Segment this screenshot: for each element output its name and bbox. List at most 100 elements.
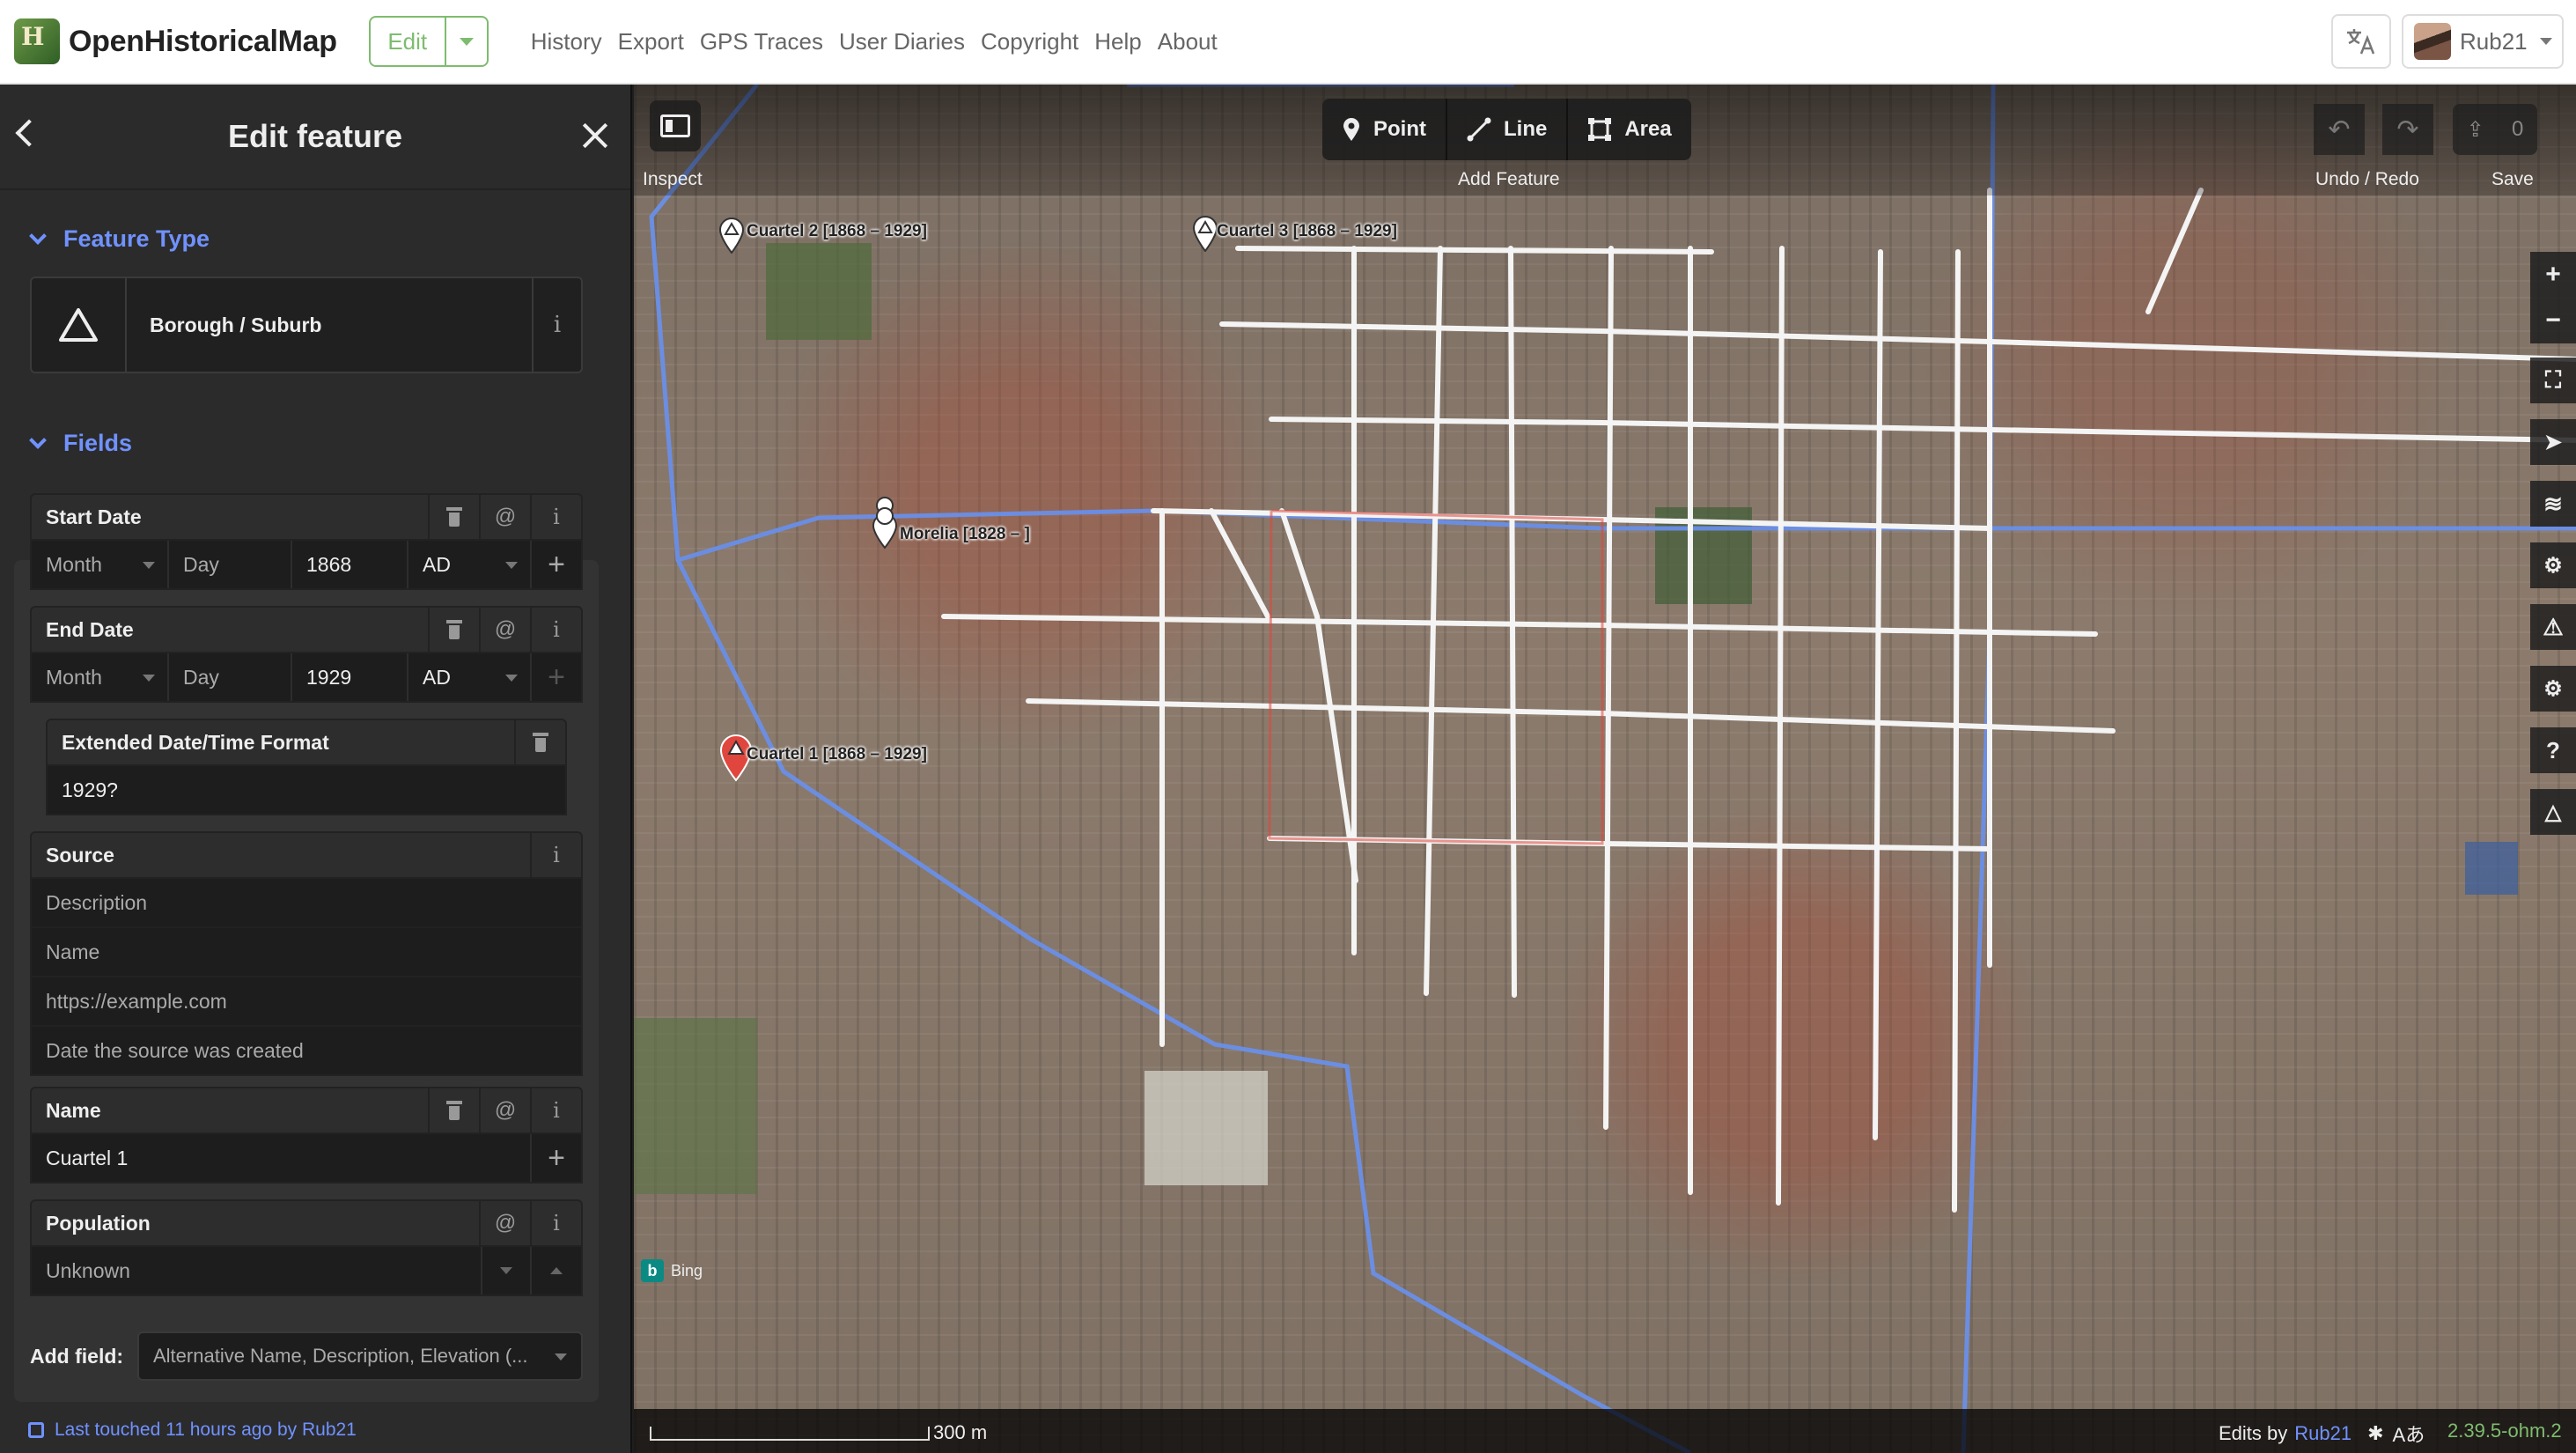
language-icon[interactable]: Aあ — [2393, 1420, 2425, 1448]
version-label[interactable]: 2.39.5-ohm.2 — [2447, 1420, 2562, 1442]
map-canvas[interactable]: Inspect Point Line Area Add Feature ↶ ↷ … — [634, 85, 2576, 1453]
preferences-panel-button[interactable]: ⚙ — [2530, 666, 2576, 712]
cuartel-2-label: Cuartel 2 [1868 – 1929] — [747, 222, 927, 240]
add-localized-name-button[interactable]: + — [532, 1134, 581, 1182]
feature-type-section-toggle[interactable]: Feature Type — [29, 225, 210, 253]
at-icon[interactable]: @ — [479, 608, 530, 652]
chevron-down-icon — [555, 1353, 567, 1361]
zoom-to-selection-button[interactable]: ⛶ — [2530, 358, 2576, 403]
history-panel-button[interactable]: △ — [2530, 789, 2576, 835]
add-date-button[interactable]: + — [532, 541, 581, 588]
day-input[interactable]: Day — [169, 541, 292, 588]
fields-title: Fields — [63, 430, 133, 456]
nav-link-help[interactable]: Help — [1094, 28, 1141, 55]
line-label: Line — [1504, 117, 1548, 141]
issues-panel-button[interactable]: ⚠ — [2530, 604, 2576, 650]
info-icon[interactable]: i — [530, 833, 581, 877]
redo-button[interactable]: ↷ — [2382, 104, 2433, 155]
bug-icon[interactable]: ✱ — [2367, 1422, 2383, 1445]
triangle-marker-icon: △ — [2544, 800, 2562, 824]
add-line-button[interactable]: Line — [1447, 99, 1569, 160]
info-icon[interactable]: i — [530, 1088, 581, 1132]
info-icon[interactable]: i — [530, 495, 581, 539]
at-icon[interactable]: @ — [479, 1088, 530, 1132]
chevron-down-icon — [29, 226, 47, 245]
map-data-panel-button[interactable]: ⚙ — [2530, 542, 2576, 588]
source-date-input[interactable]: Date the source was created — [32, 1027, 581, 1074]
add-field-placeholder: Alternative Name, Description, Elevation… — [153, 1345, 528, 1367]
inspect-button[interactable] — [650, 100, 701, 151]
edtf-field: Extended Date/Time Format 1929? — [46, 719, 567, 815]
decrement-button[interactable] — [482, 1247, 532, 1294]
map-data-icon: ⚙ — [2543, 553, 2563, 578]
at-icon[interactable]: @ — [479, 1201, 530, 1245]
last-touched-link[interactable]: Last touched 11 hours ago by Rub21 — [28, 1420, 357, 1441]
language-button[interactable] — [2331, 14, 2391, 69]
trash-icon[interactable] — [428, 608, 479, 652]
increment-button[interactable] — [532, 1247, 581, 1294]
edit-button[interactable]: Edit — [371, 18, 446, 65]
cuartel-1-label: Cuartel 1 [1868 – 1929] — [747, 745, 927, 763]
translate-icon — [2347, 29, 2375, 55]
nav-link-gps-traces[interactable]: GPS Traces — [700, 28, 823, 55]
source-name-input[interactable]: Name — [32, 928, 581, 976]
edits-user-link[interactable]: Rub21 — [2294, 1422, 2352, 1445]
add-point-button[interactable]: Point — [1322, 99, 1447, 160]
add-area-button[interactable]: Area — [1568, 99, 1690, 160]
population-input[interactable]: Unknown — [32, 1247, 482, 1294]
chevron-up-icon — [550, 1267, 563, 1274]
edit-dropdown-button[interactable] — [446, 18, 487, 65]
year-input[interactable]: 1929 — [292, 653, 408, 701]
fields-section-toggle[interactable]: Fields — [29, 430, 133, 457]
nav-link-copyright[interactable]: Copyright — [981, 28, 1078, 55]
era-select[interactable]: AD — [408, 653, 532, 701]
chevron-down-icon — [505, 675, 518, 682]
logo[interactable]: H OpenHistoricalMap — [14, 18, 337, 64]
cuartel-2-pin-icon[interactable] — [718, 217, 745, 254]
month-select[interactable]: Month — [32, 653, 169, 701]
year-value: 1868 — [306, 552, 352, 576]
nav-link-user-diaries[interactable]: User Diaries — [839, 28, 965, 55]
year-input[interactable]: 1868 — [292, 541, 408, 588]
at-icon[interactable]: @ — [479, 495, 530, 539]
morelia-pin-icon[interactable] — [872, 497, 898, 549]
name-field: Name @ i Cuartel 1 + — [30, 1087, 583, 1184]
month-select[interactable]: Month — [32, 541, 169, 588]
cuartel-3-pin-icon[interactable] — [1192, 215, 1218, 252]
name-input[interactable]: Cuartel 1 — [32, 1134, 532, 1182]
era-select[interactable]: AD — [408, 541, 532, 588]
add-field-combobox[interactable]: Alternative Name, Description, Elevation… — [137, 1331, 583, 1381]
help-button[interactable]: ? — [2530, 727, 2576, 773]
imagery-attribution[interactable]: b Bing — [641, 1259, 703, 1282]
info-icon[interactable]: i — [530, 608, 581, 652]
sidebar-title: Edit feature — [227, 118, 403, 154]
scale-bar[interactable] — [650, 1427, 930, 1441]
undo-button[interactable]: ↶ — [2314, 104, 2365, 155]
chevron-down-icon — [143, 675, 155, 682]
chevron-down-icon — [29, 431, 47, 449]
day-input[interactable]: Day — [169, 653, 292, 701]
zoom-in-button[interactable]: + — [2530, 252, 2576, 298]
nav-link-about[interactable]: About — [1158, 28, 1218, 55]
source-field: Source i Description Name https://exampl… — [30, 831, 583, 1076]
trash-icon[interactable] — [428, 1088, 479, 1132]
feature-type-title: Feature Type — [63, 225, 210, 252]
preset-button[interactable]: Borough / Suburb i — [30, 277, 583, 373]
user-menu-button[interactable]: Rub21 — [2402, 14, 2564, 69]
geolocate-button[interactable]: ➤ — [2530, 419, 2576, 465]
trash-icon[interactable] — [514, 720, 565, 764]
info-icon[interactable]: i — [530, 1201, 581, 1245]
zoom-out-button[interactable]: − — [2530, 298, 2576, 343]
close-icon[interactable] — [581, 122, 609, 150]
background-panel-button[interactable]: ≋ — [2530, 481, 2576, 527]
triangle-icon — [32, 278, 127, 372]
source-description-input[interactable]: Description — [32, 879, 581, 926]
save-button[interactable]: ⇪ 0 — [2453, 104, 2537, 155]
source-url-input[interactable]: https://example.com — [32, 977, 581, 1025]
info-icon[interactable]: i — [532, 278, 581, 372]
add-date-button[interactable]: + — [532, 653, 581, 701]
edtf-input[interactable]: 1929? — [48, 766, 565, 814]
nav-link-export[interactable]: Export — [618, 28, 684, 55]
nav-link-history[interactable]: History — [531, 28, 602, 55]
trash-icon[interactable] — [428, 495, 479, 539]
